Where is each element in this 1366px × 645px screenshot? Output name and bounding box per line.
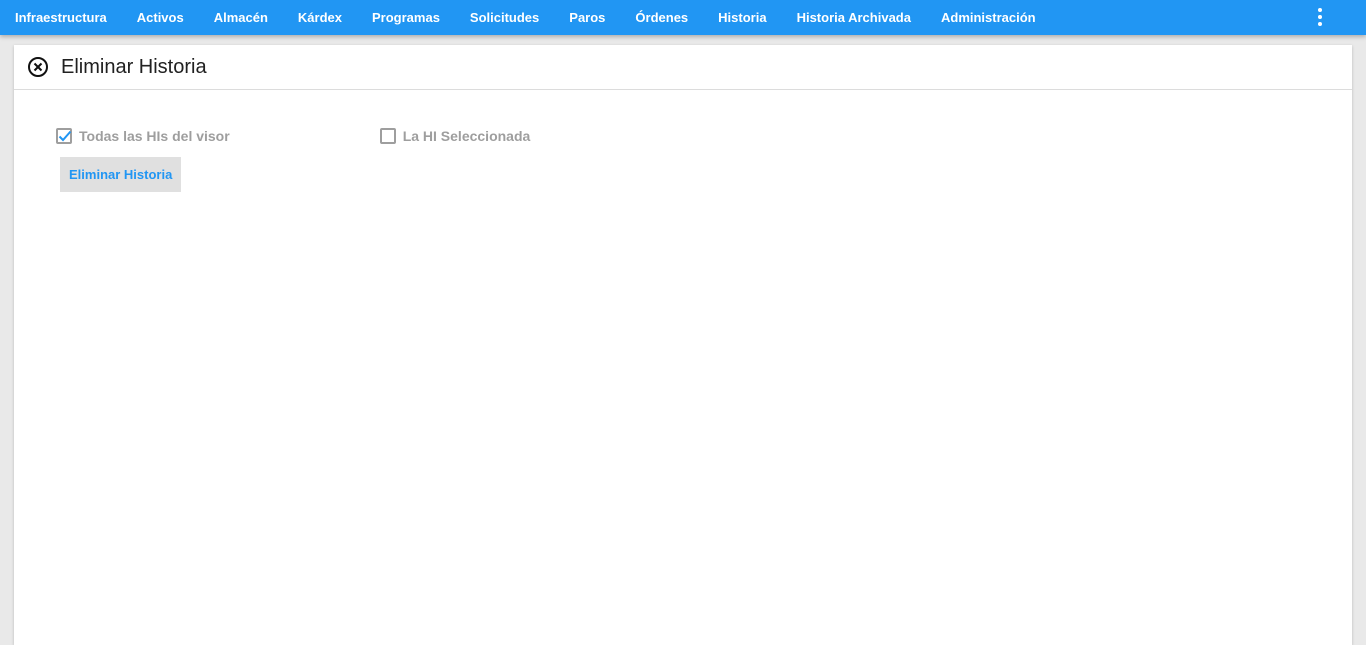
delete-history-card: Eliminar Historia Todas las HIs del viso… xyxy=(14,45,1352,645)
option-label-selected-hi: La HI Seleccionada xyxy=(402,128,531,144)
more-dot xyxy=(1318,22,1322,26)
nav-item-paros[interactable]: Paros xyxy=(554,0,620,35)
nav-item-infraestructura[interactable]: Infraestructura xyxy=(0,0,122,35)
nav-item-programas[interactable]: Programas xyxy=(357,0,455,35)
close-circle-icon[interactable] xyxy=(26,55,50,79)
nav-item-kardex[interactable]: Kárdex xyxy=(283,0,357,35)
nav-item-activos[interactable]: Activos xyxy=(122,0,199,35)
main-nav: Infraestructura Activos Almacén Kárdex P… xyxy=(0,0,1051,35)
option-all-his[interactable]: Todas las HIs del visor xyxy=(56,128,230,144)
nav-item-historia[interactable]: Historia xyxy=(703,0,781,35)
check-icon xyxy=(58,130,72,142)
more-vertical-icon[interactable] xyxy=(1310,4,1330,30)
option-selected-hi[interactable]: La HI Seleccionada xyxy=(379,128,531,144)
more-dot xyxy=(1318,15,1322,19)
top-navigation-bar: Infraestructura Activos Almacén Kárdex P… xyxy=(0,0,1366,35)
nav-item-administracion[interactable]: Administración xyxy=(926,0,1051,35)
delete-history-button[interactable]: Eliminar Historia xyxy=(60,157,182,192)
nav-item-almacen[interactable]: Almacén xyxy=(199,0,283,35)
more-dot xyxy=(1318,8,1322,12)
checkbox-selected-hi[interactable] xyxy=(379,128,396,144)
page-title: Eliminar Historia xyxy=(61,55,207,78)
checkbox-all-his[interactable] xyxy=(56,128,72,144)
delete-scope-options: Todas las HIs del visor La HI Selecciona… xyxy=(56,128,530,144)
option-label-all-his: Todas las HIs del visor xyxy=(79,128,230,144)
nav-item-ordenes[interactable]: Órdenes xyxy=(620,0,703,35)
card-header: Eliminar Historia xyxy=(14,45,1352,90)
nav-item-historia-archivada[interactable]: Historia Archivada xyxy=(782,0,926,35)
nav-item-solicitudes[interactable]: Solicitudes xyxy=(455,0,554,35)
